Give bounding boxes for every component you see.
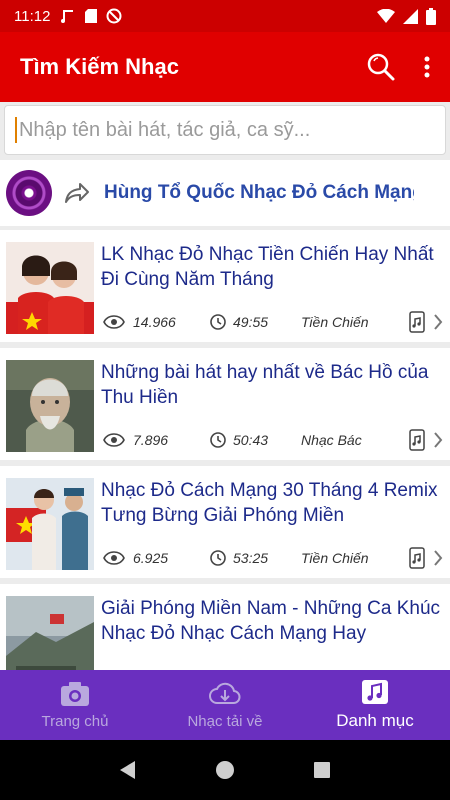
search-input[interactable]	[18, 118, 435, 142]
home-icon[interactable]	[215, 760, 235, 780]
song-list: LK Nhạc Đỏ Nhạc Tiền Chiến Hay Nhất Đi C…	[0, 230, 450, 670]
clock-icon	[210, 432, 226, 448]
list-item[interactable]: Giải Phóng Miền Nam - Những Ca Khúc Nhạc…	[0, 584, 450, 670]
cloud-download-icon	[209, 682, 241, 704]
sd-card-icon	[85, 9, 98, 23]
system-nav-bar	[0, 740, 450, 800]
song-title: Nhạc Đỏ Cách Mạng 30 Tháng 4 Remix Tưng …	[101, 480, 438, 526]
disc-icon[interactable]	[6, 170, 52, 216]
thumbnail	[6, 242, 94, 334]
tab-downloads[interactable]: Nhạc tải về	[150, 670, 300, 740]
list-item[interactable]: Nhạc Đỏ Cách Mạng 30 Tháng 4 Remix Tưng …	[0, 466, 450, 578]
list-item[interactable]: Những bài hát hay nhất về Bác Hồ của Thu…	[0, 348, 450, 460]
now-playing-bar[interactable]: Hùng Tổ Quốc Nhạc Đỏ Cách Mạng	[0, 160, 450, 226]
battery-icon	[426, 7, 436, 25]
tab-downloads-label: Nhạc tải về	[187, 712, 263, 730]
more-options-icon[interactable]	[424, 56, 430, 78]
thumbnail	[6, 360, 94, 452]
music-note-status-icon	[61, 10, 74, 23]
view-count: 6.925	[133, 550, 169, 566]
app-bar: Tìm Kiếm Nhạc	[0, 32, 450, 102]
app-title: Tìm Kiếm Nhạc	[20, 54, 179, 79]
camera-icon	[61, 681, 89, 706]
back-icon[interactable]	[119, 760, 137, 780]
song-meta: 7.896 50:43 Nhạc Bác	[103, 426, 443, 454]
eye-icon	[103, 433, 125, 447]
wifi-icon	[377, 9, 395, 23]
view-count: 14.966	[133, 314, 176, 330]
duration: 50:43	[233, 432, 269, 448]
category: Tiền Chiến	[301, 550, 369, 566]
chevron-right-icon[interactable]	[433, 313, 443, 331]
signal-icon	[403, 8, 418, 24]
list-item[interactable]: LK Nhạc Đỏ Nhạc Tiền Chiến Hay Nhất Đi C…	[0, 230, 450, 342]
duration: 53:25	[233, 550, 269, 566]
status-bar: 11:12	[0, 0, 450, 32]
category: Nhạc Bác	[301, 432, 362, 448]
share-icon[interactable]	[64, 182, 90, 204]
search-box[interactable]	[4, 105, 446, 155]
thumbnail	[6, 596, 94, 670]
status-time: 11:12	[14, 7, 51, 25]
duration: 49:55	[233, 314, 269, 330]
song-title: Giải Phóng Miền Nam - Những Ca Khúc Nhạc…	[101, 598, 441, 644]
tab-categories-label: Danh mục	[336, 711, 414, 730]
tab-categories[interactable]: Danh mục	[300, 670, 450, 740]
song-title: LK Nhạc Đỏ Nhạc Tiền Chiến Hay Nhất Đi C…	[101, 244, 434, 290]
text-cursor	[15, 117, 17, 143]
music-library-icon	[362, 680, 388, 704]
search-bar	[0, 102, 450, 160]
song-meta: 14.966 49:55 Tiền Chiến	[103, 308, 443, 336]
recents-icon[interactable]	[313, 761, 331, 779]
eye-icon	[103, 315, 125, 329]
chevron-right-icon[interactable]	[433, 431, 443, 449]
thumbnail	[6, 478, 94, 570]
clock-icon	[210, 550, 226, 566]
now-playing-title: Hùng Tổ Quốc Nhạc Đỏ Cách Mạng	[104, 182, 414, 203]
tab-home-label: Trang chủ	[41, 712, 109, 730]
song-title: Những bài hát hay nhất về Bác Hồ của Thu…	[101, 362, 429, 408]
category: Tiền Chiến	[301, 314, 369, 330]
view-count: 7.896	[133, 432, 169, 448]
clock-icon	[210, 314, 226, 330]
bottom-nav: Trang chủ Nhạc tải về Danh mục	[0, 670, 450, 740]
audio-file-icon[interactable]	[409, 429, 425, 451]
chevron-right-icon[interactable]	[433, 549, 443, 567]
audio-file-icon[interactable]	[409, 311, 425, 333]
search-icon[interactable]	[366, 52, 396, 82]
tab-home[interactable]: Trang chủ	[0, 670, 150, 740]
audio-file-icon[interactable]	[409, 547, 425, 569]
eye-icon	[103, 551, 125, 565]
song-meta: 6.925 53:25 Tiền Chiến	[103, 544, 443, 572]
no-entry-icon	[106, 8, 122, 24]
